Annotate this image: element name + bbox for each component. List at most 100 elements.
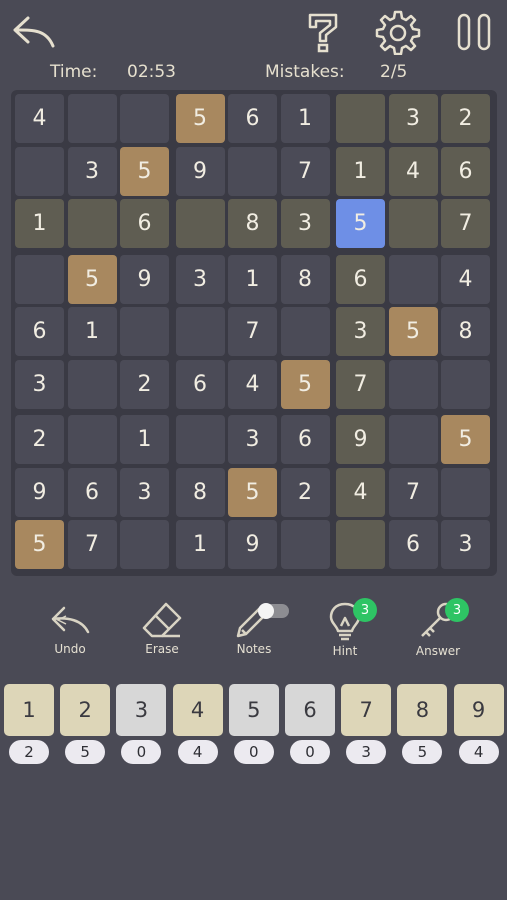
sudoku-cell[interactable]: 3 xyxy=(15,359,64,409)
sudoku-cell[interactable]: 6 xyxy=(228,94,277,143)
sudoku-cell[interactable] xyxy=(120,520,169,569)
sudoku-cell[interactable]: 9 xyxy=(175,146,225,196)
sudoku-cell[interactable]: 7 xyxy=(336,359,385,409)
number-key-4[interactable]: 4 xyxy=(172,684,223,736)
sudoku-cell[interactable]: 1 xyxy=(15,199,64,248)
help-button[interactable] xyxy=(300,6,344,56)
sudoku-cell[interactable] xyxy=(120,307,169,356)
sudoku-cell[interactable]: 5 xyxy=(441,415,490,464)
sudoku-cell[interactable]: 1 xyxy=(67,307,117,356)
sudoku-cell[interactable]: 9 xyxy=(120,254,169,304)
sudoku-cell[interactable]: 3 xyxy=(388,94,438,143)
sudoku-cell[interactable]: 2 xyxy=(441,94,490,143)
sudoku-cell[interactable]: 6 xyxy=(67,467,117,517)
sudoku-cell[interactable] xyxy=(120,94,169,143)
number-key-5[interactable]: 5 xyxy=(228,684,279,736)
sudoku-cell[interactable]: 7 xyxy=(441,199,490,248)
sudoku-cell[interactable] xyxy=(228,146,277,196)
sudoku-cell[interactable] xyxy=(67,199,117,248)
sudoku-cell[interactable] xyxy=(388,199,438,248)
sudoku-cell[interactable]: 5 xyxy=(228,467,277,517)
sudoku-cell[interactable]: 5 xyxy=(15,520,64,569)
number-key-9[interactable]: 9 xyxy=(453,684,504,736)
sudoku-cell[interactable] xyxy=(15,146,64,196)
back-button[interactable] xyxy=(8,10,60,54)
sudoku-cell[interactable]: 6 xyxy=(441,146,490,196)
sudoku-cell[interactable] xyxy=(336,520,385,569)
sudoku-cell[interactable] xyxy=(67,359,117,409)
sudoku-cell[interactable]: 3 xyxy=(120,467,169,517)
erase-button[interactable]: Erase xyxy=(127,600,197,666)
sudoku-cell[interactable]: 7 xyxy=(228,307,277,356)
sudoku-cell[interactable]: 5 xyxy=(336,199,385,248)
sudoku-cell[interactable]: 4 xyxy=(228,359,277,409)
sudoku-cell[interactable]: 5 xyxy=(280,359,330,409)
sudoku-cell[interactable]: 7 xyxy=(67,520,117,569)
sudoku-cell[interactable] xyxy=(441,359,490,409)
number-key-8[interactable]: 8 xyxy=(397,684,448,736)
sudoku-cell[interactable]: 6 xyxy=(280,415,330,464)
undo-button[interactable]: Undo xyxy=(35,600,105,666)
settings-button[interactable] xyxy=(372,8,424,56)
sudoku-cell[interactable] xyxy=(67,94,117,143)
sudoku-cell[interactable]: 1 xyxy=(120,415,169,464)
sudoku-cell[interactable]: 9 xyxy=(336,415,385,464)
number-key-7[interactable]: 7 xyxy=(341,684,392,736)
number-key-3[interactable]: 3 xyxy=(116,684,167,736)
sudoku-cell[interactable]: 3 xyxy=(441,520,490,569)
sudoku-cell[interactable]: 2 xyxy=(15,415,64,464)
sudoku-cell[interactable]: 3 xyxy=(175,254,225,304)
sudoku-cell[interactable]: 6 xyxy=(15,307,64,356)
sudoku-cell[interactable]: 3 xyxy=(228,415,277,464)
sudoku-cell[interactable]: 6 xyxy=(120,199,169,248)
sudoku-cell[interactable]: 1 xyxy=(175,520,225,569)
mistakes-value: 2/5 xyxy=(380,62,408,82)
sudoku-cell[interactable]: 5 xyxy=(67,254,117,304)
answer-label: Answer xyxy=(415,644,461,658)
sudoku-cell[interactable]: 4 xyxy=(15,94,64,143)
sudoku-cell[interactable] xyxy=(441,467,490,517)
sudoku-cell[interactable]: 3 xyxy=(67,146,117,196)
sudoku-cell[interactable] xyxy=(67,415,117,464)
number-key-1[interactable]: 1 xyxy=(4,684,54,736)
sudoku-cell[interactable]: 8 xyxy=(228,199,277,248)
sudoku-cell[interactable]: 4 xyxy=(441,254,490,304)
sudoku-cell[interactable] xyxy=(175,199,225,248)
sudoku-cell[interactable] xyxy=(336,94,385,143)
sudoku-cell[interactable]: 9 xyxy=(228,520,277,569)
sudoku-cell[interactable] xyxy=(388,359,438,409)
sudoku-cell[interactable]: 1 xyxy=(280,94,330,143)
sudoku-cell[interactable]: 2 xyxy=(280,467,330,517)
sudoku-cell[interactable] xyxy=(280,520,330,569)
sudoku-cell[interactable]: 7 xyxy=(388,467,438,517)
sudoku-cell[interactable]: 5 xyxy=(388,307,438,356)
sudoku-cell[interactable]: 8 xyxy=(280,254,330,304)
sudoku-cell[interactable]: 4 xyxy=(336,467,385,517)
sudoku-cell[interactable]: 7 xyxy=(280,146,330,196)
sudoku-cell[interactable] xyxy=(175,307,225,356)
sudoku-cell[interactable]: 1 xyxy=(336,146,385,196)
sudoku-cell[interactable] xyxy=(280,307,330,356)
sudoku-cell[interactable]: 6 xyxy=(388,520,438,569)
pause-button[interactable] xyxy=(450,8,498,56)
sudoku-cell[interactable]: 6 xyxy=(175,359,225,409)
sudoku-cell[interactable]: 2 xyxy=(120,359,169,409)
sudoku-cell[interactable]: 1 xyxy=(228,254,277,304)
number-key-6[interactable]: 6 xyxy=(285,684,335,736)
sudoku-cell[interactable]: 9 xyxy=(15,467,64,517)
sudoku-cell[interactable]: 3 xyxy=(336,307,385,356)
number-key-2[interactable]: 2 xyxy=(60,684,111,736)
notes-toggle[interactable] xyxy=(258,603,289,619)
number-keypad: 122530445060738594 xyxy=(0,684,507,774)
sudoku-cell[interactable] xyxy=(175,415,225,464)
sudoku-cell[interactable]: 4 xyxy=(388,146,438,196)
sudoku-cell[interactable]: 3 xyxy=(280,199,330,248)
sudoku-cell[interactable] xyxy=(15,254,64,304)
sudoku-cell[interactable]: 6 xyxy=(336,254,385,304)
sudoku-cell[interactable] xyxy=(388,254,438,304)
sudoku-cell[interactable]: 5 xyxy=(120,146,169,196)
sudoku-cell[interactable]: 8 xyxy=(441,307,490,356)
sudoku-cell[interactable]: 5 xyxy=(175,94,225,143)
sudoku-cell[interactable]: 8 xyxy=(175,467,225,517)
sudoku-cell[interactable] xyxy=(388,415,438,464)
